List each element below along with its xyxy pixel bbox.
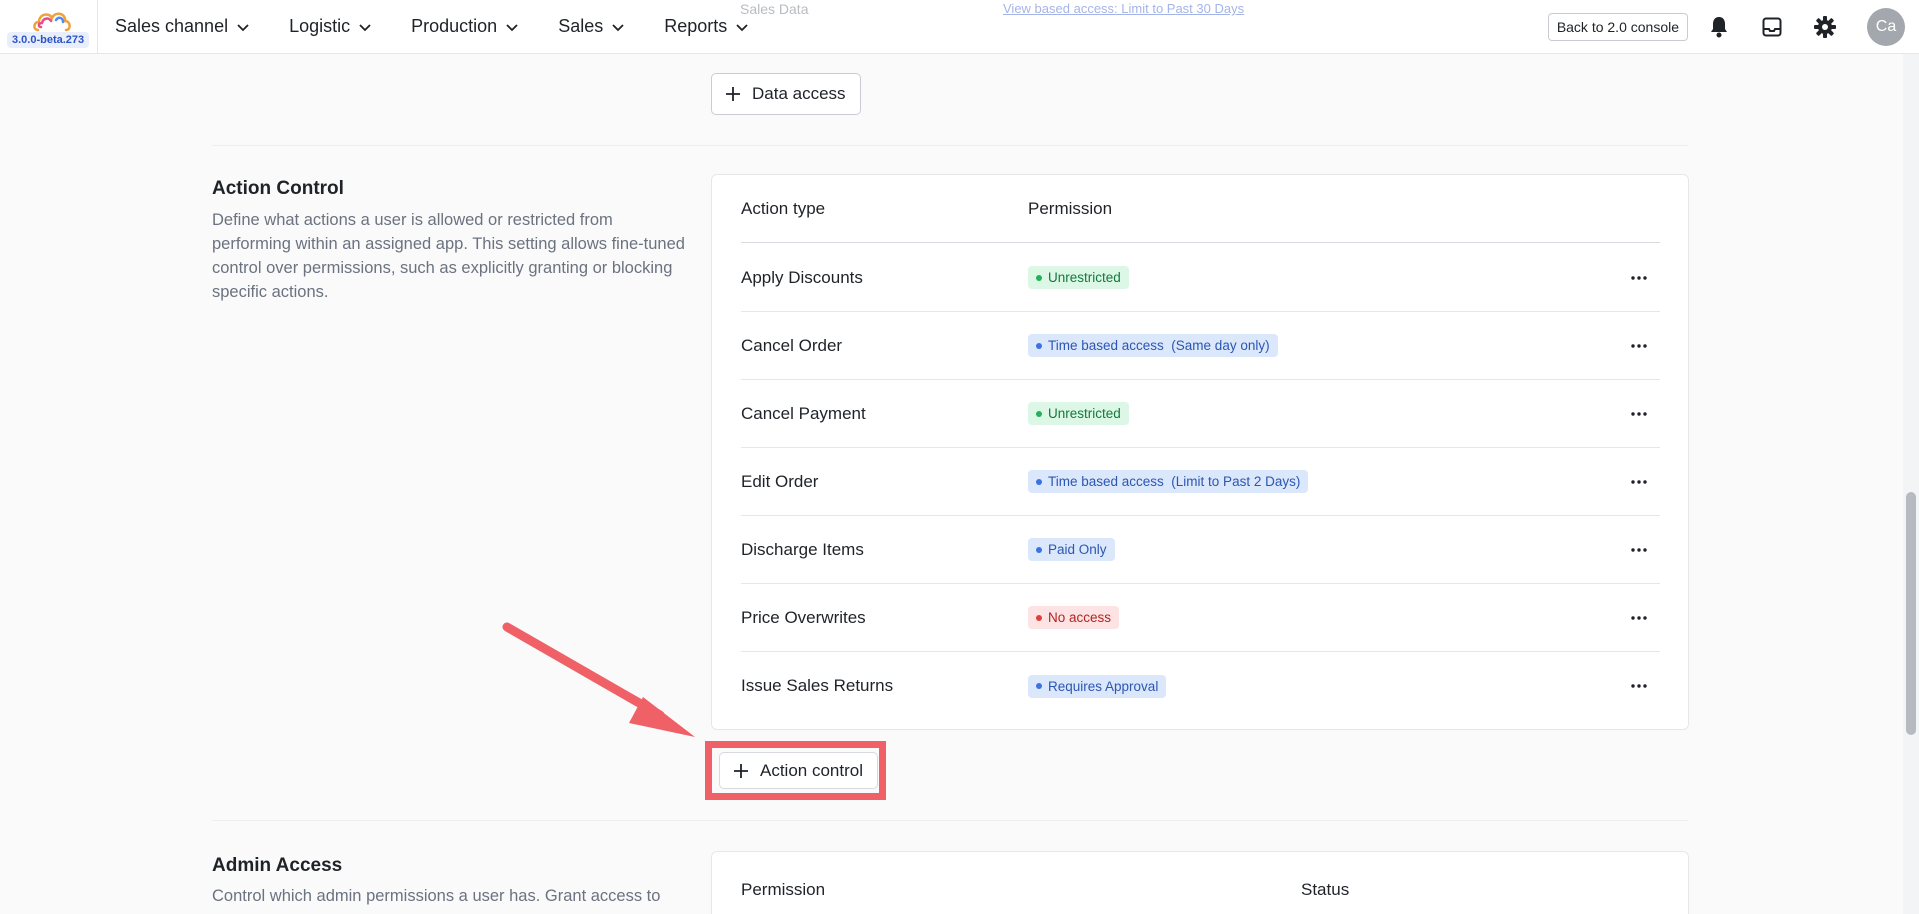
admin-access-description: Control which admin permissions a user h… <box>212 887 661 905</box>
nav-reports[interactable]: Reports <box>664 16 749 37</box>
nav-sales-channel[interactable]: Sales channel <box>115 16 250 37</box>
add-data-access-button[interactable]: Data access <box>711 73 861 115</box>
action-name: Price Overwrites <box>741 607 866 627</box>
column-header-action-type: Action type <box>741 198 826 218</box>
nav-label: Reports <box>664 16 728 36</box>
status-dot <box>1036 274 1042 281</box>
nav-sales[interactable]: Sales <box>558 16 625 37</box>
admin-access-title: Admin Access <box>212 855 343 876</box>
action-control-table: Action type Permission Apply Discounts U… <box>711 174 1689 730</box>
nav-label: Sales <box>558 16 604 36</box>
plus-icon <box>726 87 740 101</box>
table-row: Price Overwrites No access <box>741 584 1660 652</box>
table-header: Action type Permission <box>741 175 1660 243</box>
nav-production[interactable]: Production <box>411 16 519 37</box>
action-name: Issue Sales Returns <box>741 676 894 695</box>
nav-label: Logistic <box>289 16 351 36</box>
badge-label: Unrestricted <box>1048 270 1121 285</box>
table-row: Edit Order Time based access (Limit to P… <box>741 448 1660 516</box>
status-badge: Unrestricted <box>1028 266 1129 289</box>
status-badge: Paid Only <box>1028 538 1115 561</box>
table-row: Cancel Payment Unrestricted <box>741 380 1660 448</box>
status-dot <box>1036 478 1042 485</box>
column-header-permission: Permission <box>741 880 826 899</box>
section-divider <box>212 145 1688 146</box>
top-navigation-bar: 3.0.0-beta.273 Sales channel Logistic Pr… <box>0 0 1919 54</box>
status-dot <box>1036 683 1042 689</box>
action-control-description: Define what actions a user is allowed or… <box>212 211 685 301</box>
button-label: Action control <box>760 760 863 780</box>
table-row: Issue Sales Returns Requires Approval <box>741 652 1660 720</box>
column-header-status: Status <box>1301 880 1350 899</box>
logo-divider <box>97 0 98 54</box>
cloud-logo-icon <box>33 12 71 31</box>
nav-logistic[interactable]: Logistic <box>289 16 372 37</box>
badge-label: No access <box>1048 610 1112 625</box>
more-options-icon[interactable] <box>1628 676 1650 696</box>
version-badge: 3.0.0-beta.273 <box>7 31 90 48</box>
action-name: Edit Order <box>741 471 819 491</box>
back-to-console-button[interactable]: Back to 2.0 console <box>1547 13 1688 41</box>
badge-label: Time based access (Limit to Past 2 Days) <box>1048 474 1301 489</box>
table-row: Discharge Items Paid Only <box>741 516 1660 584</box>
annotation-arrow-icon <box>502 622 695 737</box>
badge-label: Paid Only <box>1048 542 1107 557</box>
chevron-down-icon <box>359 23 371 31</box>
status-dot <box>1036 546 1042 553</box>
column-header-permission: Permission <box>1028 198 1113 218</box>
status-badge: Time based access (Same day only) <box>1028 334 1278 357</box>
more-options-icon[interactable] <box>1628 336 1650 356</box>
action-name: Apply Discounts <box>741 267 863 287</box>
chevron-down-icon <box>237 23 249 31</box>
more-options-icon[interactable] <box>1628 268 1650 288</box>
topbar-actions: Back to 2.0 console Ca <box>1547 0 1919 54</box>
badge-label: Requires Approval <box>1048 678 1159 694</box>
bell-icon[interactable] <box>1708 16 1730 38</box>
logo-area[interactable]: 3.0.0-beta.273 <box>0 0 98 54</box>
chevron-down-icon <box>506 23 518 31</box>
action-name: Cancel Order <box>741 335 843 355</box>
button-label: Data access <box>752 84 846 103</box>
more-options-icon[interactable] <box>1628 608 1650 628</box>
status-badge: Requires Approval <box>1028 674 1167 698</box>
main-nav: Sales channel Logistic Production Sales … <box>115 0 788 54</box>
action-control-title: Action Control <box>212 178 344 199</box>
avatar[interactable]: Ca <box>1867 8 1905 46</box>
plus-icon <box>734 763 748 778</box>
more-options-icon[interactable] <box>1628 404 1650 424</box>
admin-access-table: Permission Status <box>711 851 1689 914</box>
more-options-icon[interactable] <box>1628 540 1650 560</box>
scrollbar-track[interactable] <box>1903 54 1919 914</box>
status-dot <box>1036 614 1042 621</box>
inbox-icon[interactable] <box>1761 16 1783 38</box>
table-row: Apply Discounts Unrestricted <box>741 244 1660 312</box>
status-dot <box>1036 410 1042 417</box>
gear-icon[interactable] <box>1814 16 1836 38</box>
status-badge: Time based access (Limit to Past 2 Days) <box>1028 470 1309 493</box>
nav-label: Sales channel <box>115 16 229 36</box>
peek-row-text: Sales Data <box>740 1 809 17</box>
action-name: Cancel Payment <box>741 403 866 423</box>
chevron-down-icon <box>736 23 748 31</box>
status-badge: No access <box>1028 606 1120 629</box>
table-header: Permission Status <box>741 852 1660 914</box>
scrollbar-thumb[interactable] <box>1906 492 1916 735</box>
add-action-control-button[interactable]: Action control <box>719 752 878 789</box>
peek-row-link[interactable]: View based access: Limit to Past 30 Days <box>1003 1 1244 16</box>
table-row: Cancel Order Time based access (Same day… <box>741 312 1660 380</box>
badge-label: Unrestricted <box>1048 406 1121 421</box>
nav-label: Production <box>411 16 498 36</box>
badge-label: Time based access (Same day only) <box>1048 338 1270 353</box>
status-dot <box>1036 342 1042 349</box>
status-badge: Unrestricted <box>1028 402 1129 425</box>
action-name: Discharge Items <box>741 539 864 559</box>
more-options-icon[interactable] <box>1628 472 1650 492</box>
section-divider <box>212 820 1688 821</box>
chevron-down-icon <box>612 23 624 31</box>
